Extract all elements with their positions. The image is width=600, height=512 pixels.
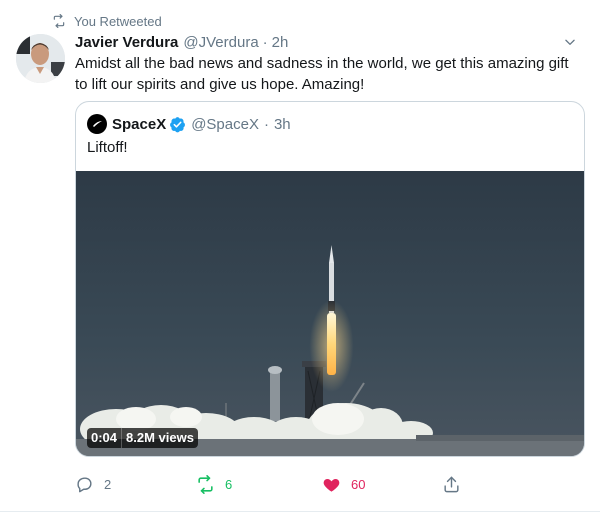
author-handle[interactable]: @JVerdura: [183, 34, 258, 51]
retweet-button[interactable]: 6: [196, 472, 232, 496]
retweet-context: You Retweeted: [52, 12, 162, 30]
quoted-tweet[interactable]: SpaceX @SpaceX · 3h Liftoff! 0:04 8.2M v…: [75, 101, 585, 457]
author-name[interactable]: Javier Verdura: [75, 34, 178, 51]
like-button[interactable]: 60: [322, 472, 365, 496]
video-duration: 0:04: [87, 428, 122, 448]
quoted-author-handle: @SpaceX: [191, 115, 259, 133]
caret-down-icon: [565, 39, 575, 45]
share-icon: [444, 476, 459, 492]
verified-badge-icon: [170, 116, 186, 132]
tweet-time[interactable]: 2h: [272, 34, 289, 51]
retweet-count: 6: [225, 476, 233, 492]
quoted-author-name: SpaceX: [112, 115, 167, 133]
video-views: 8.2M views: [121, 428, 198, 448]
like-count: 60: [351, 476, 366, 492]
separator: ·: [262, 33, 268, 51]
tweet-header: Javier Verdura @JVerdura · 2h: [75, 32, 580, 52]
reply-icon: [77, 476, 92, 492]
quoted-separator: ·: [263, 115, 269, 133]
quoted-tweet-header: SpaceX @SpaceX · 3h: [87, 114, 291, 134]
avatar[interactable]: [16, 34, 65, 83]
tweet[interactable]: You Retweeted Javier Verdura @JVerdura ·…: [0, 0, 600, 512]
quoted-avatar: [87, 114, 107, 134]
reply-count: 2: [104, 476, 112, 492]
heart-icon: [323, 478, 340, 492]
quoted-time: 3h: [273, 115, 291, 133]
spacex-logo-icon: [93, 121, 102, 127]
share-button[interactable]: [442, 472, 461, 496]
retweet-context-label: You Retweeted: [74, 13, 162, 29]
quoted-tweet-text: Liftoff!: [87, 139, 128, 156]
reply-button[interactable]: 2: [75, 472, 111, 496]
more-options-button[interactable]: [560, 32, 580, 52]
tweet-text: Amidst all the bad news and sadness in t…: [75, 55, 569, 93]
tweet-actions: 2 6 60: [75, 472, 495, 496]
retweet-icon: [198, 474, 213, 494]
video-badges: 0:04 8.2M views: [87, 428, 198, 448]
retweet-icon: [53, 14, 65, 28]
video-player[interactable]: 0:04 8.2M views: [76, 171, 584, 456]
rocket-launch-video-frame: [76, 171, 584, 456]
